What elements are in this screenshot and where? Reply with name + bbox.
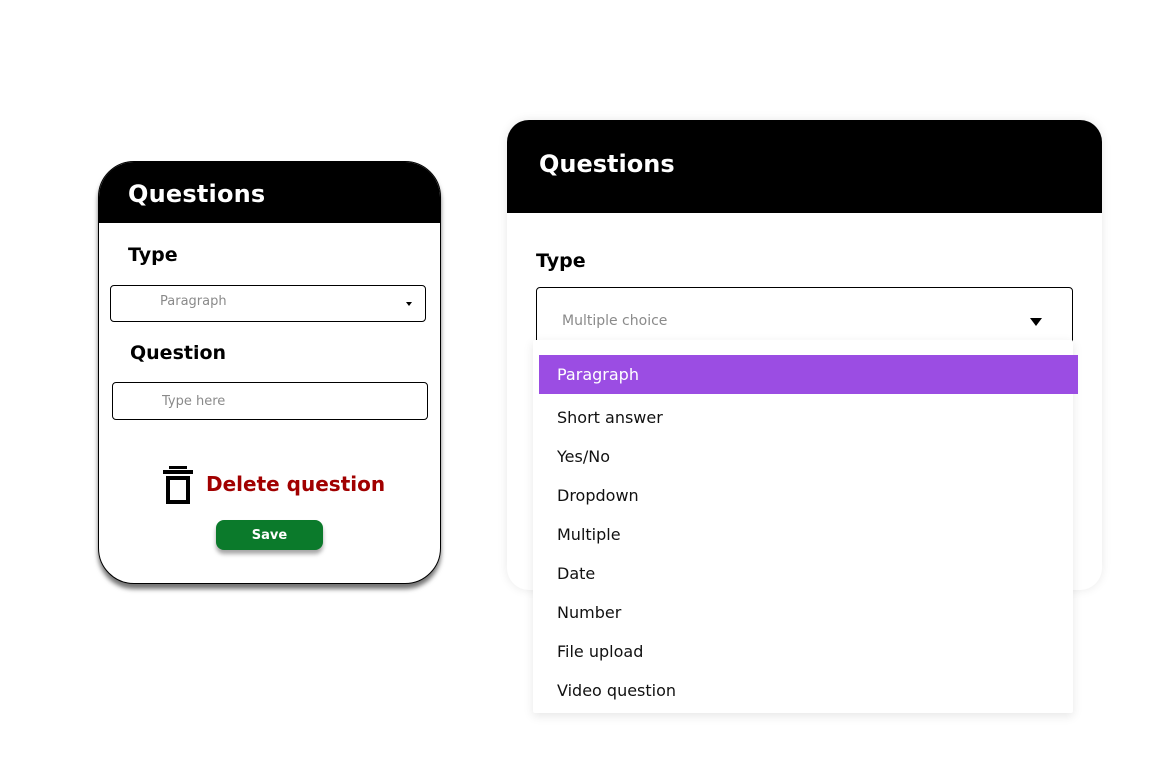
question-label: Question <box>130 342 227 364</box>
save-button[interactable]: Save <box>216 520 323 550</box>
card-title: Questions <box>128 180 266 208</box>
dropdown-option-short-answer[interactable]: Short answer <box>539 398 1078 437</box>
trash-icon <box>163 466 193 504</box>
delete-question-button[interactable]: Delete question <box>163 466 403 506</box>
caret-down-icon <box>406 302 412 306</box>
card-header: Questions <box>507 120 1102 213</box>
dropdown-option-dropdown[interactable]: Dropdown <box>539 476 1078 515</box>
delete-question-label: Delete question <box>206 472 386 496</box>
question-card-compact: Questions Type Paragraph Question Delete… <box>98 161 441 584</box>
dropdown-option-paragraph[interactable]: Paragraph <box>539 355 1078 394</box>
type-select-value: Multiple choice <box>562 313 668 329</box>
type-label: Type <box>128 244 178 266</box>
dropdown-option-file-upload[interactable]: File upload <box>539 632 1078 671</box>
dropdown-option-number[interactable]: Number <box>539 593 1078 632</box>
triangle-down-icon <box>1030 318 1042 326</box>
type-select[interactable]: Paragraph <box>110 285 426 322</box>
card-title: Questions <box>539 150 675 178</box>
type-dropdown-menu: Paragraph Short answer Yes/No Dropdown M… <box>533 340 1078 713</box>
dropdown-option-video-question[interactable]: Video question <box>539 671 1078 710</box>
type-select-value: Paragraph <box>160 294 227 309</box>
dropdown-option-date[interactable]: Date <box>539 554 1078 593</box>
card-header: Questions <box>99 162 440 223</box>
question-input[interactable] <box>112 382 428 420</box>
dropdown-option-multiple[interactable]: Multiple <box>539 515 1078 554</box>
type-label: Type <box>536 250 586 272</box>
dropdown-option-yes-no[interactable]: Yes/No <box>539 437 1078 476</box>
